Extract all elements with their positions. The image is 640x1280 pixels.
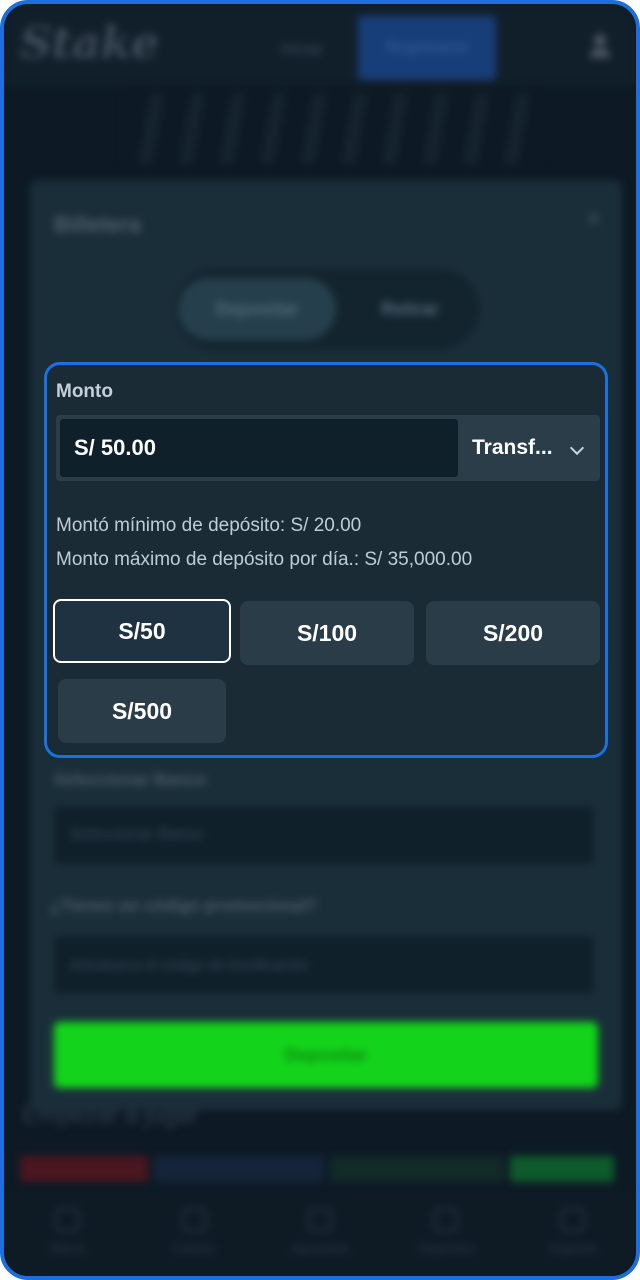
nav-item-casino[interactable]: Casino [134, 1208, 254, 1256]
amount-label: Monto [56, 381, 113, 402]
deposit-button[interactable]: Depositar [54, 1022, 598, 1088]
promo-code-input[interactable]: Introduzca el código de bonificación [54, 936, 594, 994]
menu-icon [55, 1208, 80, 1232]
top-bar: Stake Iniciar Registrarse [4, 4, 636, 86]
quick-amount-500-button[interactable]: S/500 [58, 679, 226, 743]
payment-method-select[interactable]: Transf... [466, 419, 596, 477]
bets-icon [307, 1208, 332, 1232]
promo-label: ¿Tienes un código promocional? [50, 896, 317, 915]
brand-logo: Stake [20, 18, 160, 69]
nav-item-menu[interactable]: Menú [7, 1208, 127, 1256]
nav-item-bets[interactable]: Apuestas [260, 1208, 380, 1256]
wallet-tabs: Depositar Retirar [174, 268, 480, 350]
start-playing-text: Empezar a jugar [22, 1102, 199, 1129]
quick-amount-100-button[interactable]: S/100 [240, 601, 414, 665]
register-button[interactable]: Registrarse [358, 16, 496, 80]
nav-label: Casino [171, 1240, 216, 1256]
tab-deposit[interactable]: Depositar [178, 278, 336, 340]
nav-label: Apuestas [290, 1240, 350, 1256]
nav-item-support[interactable]: Soporte [513, 1208, 633, 1256]
nav-label: Deportes [417, 1240, 475, 1256]
tab-withdraw[interactable]: Retirar [360, 278, 460, 340]
amount-field-group: S/ 50.00 Transf... [56, 415, 600, 481]
bank-label: Seleccionar Banco [54, 770, 207, 789]
payment-method-value: Transf... [472, 436, 553, 459]
promo-strip [510, 1156, 614, 1182]
wallet-title: Billetera [54, 212, 141, 237]
support-icon [560, 1208, 585, 1232]
chevron-down-icon [569, 440, 585, 456]
bank-select[interactable]: Seleccionar Banco [54, 806, 594, 864]
quick-amount-50-button[interactable]: S/50 [53, 599, 231, 663]
sports-icon [434, 1208, 459, 1232]
quick-amount-200-button[interactable]: S/200 [426, 601, 600, 665]
amount-input[interactable]: S/ 50.00 [60, 419, 458, 477]
nav-item-sports[interactable]: Deportes [386, 1208, 506, 1256]
bottom-nav: Menú Casino Apuestas Deportes Soporte [4, 1192, 636, 1276]
min-deposit-text: Montó mínimo de depósito: S/ 20.00 [56, 515, 362, 536]
casino-icon [181, 1208, 206, 1232]
phone-frame: Stake Iniciar Registrarse Billetera × De… [0, 0, 640, 1280]
nav-label: Menú [49, 1240, 85, 1256]
promo-strip [20, 1156, 148, 1182]
nav-label: Soporte [548, 1240, 598, 1256]
close-icon[interactable]: × [587, 206, 600, 232]
promo-strip [154, 1156, 324, 1182]
max-deposit-text: Monto máximo de depósito por día.: S/ 35… [56, 549, 473, 570]
promo-strip [330, 1156, 504, 1182]
login-button[interactable]: Iniciar [254, 24, 350, 76]
amount-card: Monto S/ 50.00 Transf... Montó mínimo de… [44, 362, 608, 758]
background-banner [124, 94, 544, 164]
user-icon[interactable] [588, 34, 612, 60]
